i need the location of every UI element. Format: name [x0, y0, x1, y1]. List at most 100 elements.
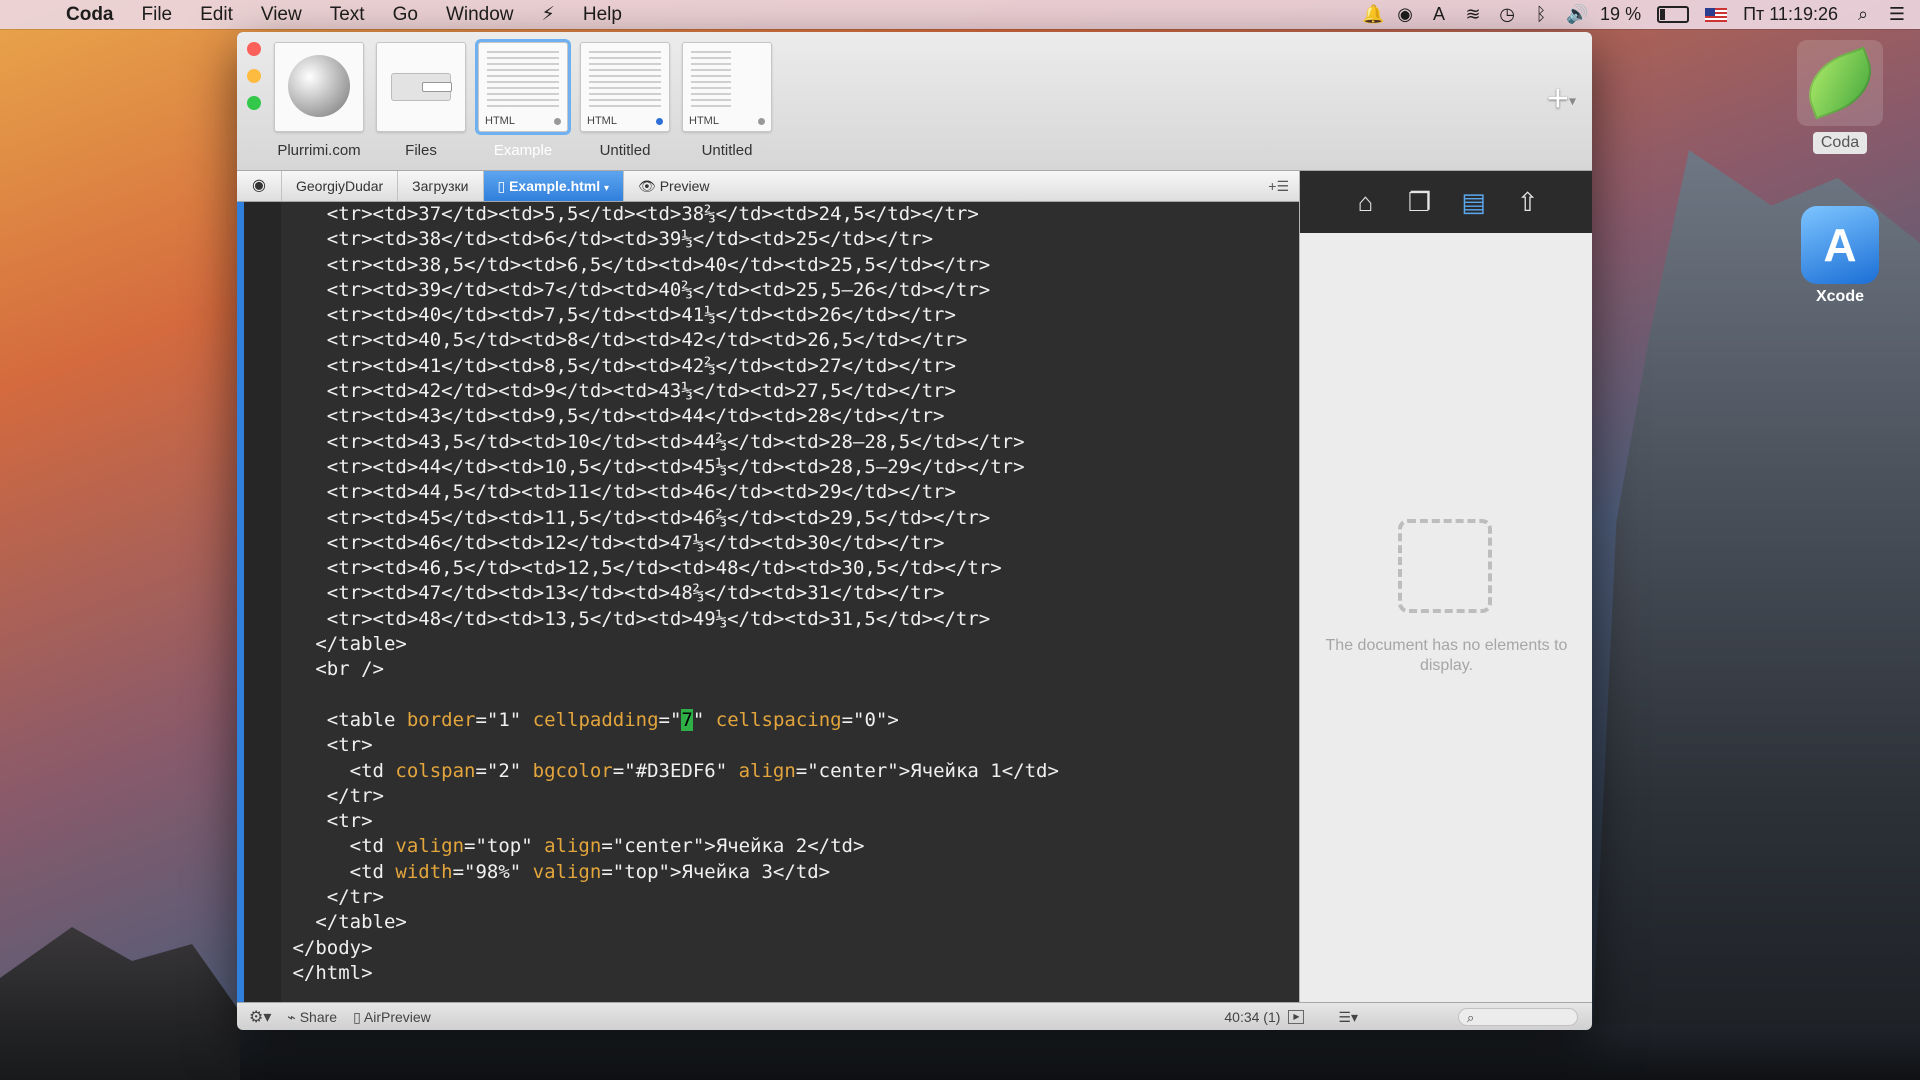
code-line[interactable]: 37 </table> [281, 632, 1299, 657]
input-source-flag-icon[interactable] [1705, 7, 1728, 22]
files-icon[interactable]: ❐ [1404, 187, 1436, 218]
sites-toolbar: Plurrimi.com Files HTML Example HTML Unt… [237, 32, 1592, 171]
code-line[interactable]: 40 <table border="1" cellpadding="7" cel… [281, 708, 1299, 733]
globe-icon [288, 55, 350, 117]
preview-tab[interactable]: 👁 Preview [624, 171, 723, 201]
coda-leaf-icon [1797, 40, 1883, 126]
code-line[interactable]: 38 <br /> [281, 657, 1299, 682]
menu-window[interactable]: Window [432, 4, 528, 26]
notification-center-icon[interactable]: ☰ [1888, 4, 1906, 25]
list-menu-icon[interactable]: ☰▾ [1318, 1009, 1458, 1026]
site-tab-label: Files [405, 142, 437, 159]
minimize-window-button[interactable] [247, 69, 261, 83]
preview-tab-label: Preview [659, 178, 710, 194]
close-window-button[interactable] [247, 42, 261, 56]
code-text: <br /> [281, 658, 384, 681]
code-line[interactable]: 45 <td valign="top" align="center">Ячейк… [281, 834, 1299, 859]
menu-app-coda[interactable]: Coda [52, 4, 128, 26]
file-type-tag: HTML [689, 115, 719, 127]
breadcrumb-file-tab[interactable]: ▯ Example.html ▾ [483, 171, 625, 201]
code-text: <td colspan="2" bgcolor="#D3EDF6" align=… [281, 759, 1059, 782]
code-line[interactable]: 21 <tr><td>38</td><td>6</td><td>39⅓</td>… [281, 227, 1299, 252]
status-dot [758, 118, 765, 125]
code-navigator-icon[interactable]: ▤ [1458, 187, 1490, 218]
desktop-icon-coda[interactable]: Coda [1790, 40, 1890, 154]
code-line[interactable]: 25 <tr><td>40,5</td><td>8</td><td>42</td… [281, 328, 1299, 353]
code-line[interactable]: 27 <tr><td>42</td><td>9</td><td>43⅓</td>… [281, 379, 1299, 404]
menu-help[interactable]: Help [569, 4, 636, 26]
code-line[interactable]: 31 <tr><td>44,5</td><td>11</td><td>46</t… [281, 480, 1299, 505]
menu-go[interactable]: Go [379, 4, 432, 26]
site-tab-label: Untitled [701, 142, 753, 159]
code-line[interactable]: 49 </body> [281, 936, 1299, 961]
menu-clock[interactable]: Пт 11:19:26 [1743, 4, 1838, 25]
code-line[interactable]: 24 <tr><td>40</td><td>7,5</td><td>41⅓</t… [281, 303, 1299, 328]
code-line[interactable]: 29 <tr><td>43,5</td><td>10</td><td>44⅔</… [281, 430, 1299, 455]
code-line[interactable]: 28 <tr><td>43</td><td>9,5</td><td>44</td… [281, 404, 1299, 429]
code-line[interactable]: 42 <td colspan="2" bgcolor="#D3EDF6" ali… [281, 759, 1299, 784]
code-line[interactable]: 36 <tr><td>48</td><td>13,5</td><td>49⅓</… [281, 607, 1299, 632]
code-line[interactable]: 47 </tr> [281, 885, 1299, 910]
code-line[interactable]: 33 <tr><td>46</td><td>12</td><td>47⅓</td… [281, 531, 1299, 556]
eye-toggle-icon[interactable]: ◉ [237, 171, 282, 201]
adobe-icon[interactable]: A [1430, 4, 1448, 25]
time-machine-icon[interactable]: ◷ [1498, 4, 1516, 25]
site-tab-example[interactable]: HTML Example [477, 42, 569, 159]
code-text: </table> [281, 633, 407, 656]
battery-percentage[interactable]: 19 % [1600, 4, 1641, 25]
breadcrumb-user[interactable]: GeorgiyDudar [282, 171, 399, 201]
window-controls [247, 42, 265, 123]
code-line[interactable]: 32 <tr><td>45</td><td>11,5</td><td>46⅔</… [281, 506, 1299, 531]
code-text: <tr><td>39</td><td>7</td><td>40⅔</td><td… [281, 278, 991, 301]
add-tab-button[interactable]: +☰ [1258, 178, 1299, 195]
code-text: <tr><td>44</td><td>10,5</td><td>45⅓</td>… [281, 455, 1025, 478]
menu-text[interactable]: Text [316, 4, 379, 26]
site-tab-files[interactable]: Files [375, 42, 467, 159]
add-site-button[interactable]: +▾ [1547, 78, 1576, 121]
publish-icon[interactable]: ⇧ [1512, 187, 1544, 218]
airpreview-label: AirPreview [363, 1008, 431, 1025]
site-tab-label: Plurrimi.com [277, 142, 361, 159]
search-field[interactable]: ⌕ [1458, 1008, 1578, 1026]
home-icon[interactable]: ⌂ [1350, 187, 1382, 218]
site-tab-plurrimi[interactable]: Plurrimi.com [273, 42, 365, 159]
volume-icon[interactable]: 🔊 [1566, 4, 1588, 25]
menu-file[interactable]: File [128, 4, 187, 26]
record-icon[interactable]: ◉ [1396, 4, 1414, 25]
site-tab-untitled-1[interactable]: HTML Untitled [579, 42, 671, 159]
code-line[interactable]: 20 <tr><td>37</td><td>5,5</td><td>38⅔</t… [281, 202, 1299, 227]
code-line[interactable]: 22 <tr><td>38,5</td><td>6,5</td><td>40</… [281, 253, 1299, 278]
code-line[interactable]: 46 <td width="98%" valign="top">Ячейка 3… [281, 860, 1299, 885]
code-line[interactable]: 30 <tr><td>44</td><td>10,5</td><td>45⅓</… [281, 455, 1299, 480]
code-line[interactable]: 50 </html> [281, 961, 1299, 986]
desktop-icon-xcode[interactable]: A Xcode [1790, 206, 1890, 306]
code-editor[interactable]: 20 <tr><td>37</td><td>5,5</td><td>38⅔</t… [281, 202, 1299, 1002]
code-line[interactable]: 44 <tr> [281, 809, 1299, 834]
code-line[interactable]: 23 <tr><td>39</td><td>7</td><td>40⅔</td>… [281, 278, 1299, 303]
code-text: <tr><td>41</td><td>8,5</td><td>42⅔</td><… [281, 354, 956, 377]
site-tab-untitled-2[interactable]: HTML Untitled [681, 42, 773, 159]
code-line[interactable]: 43 </tr> [281, 784, 1299, 809]
code-line[interactable]: 34 <tr><td>46,5</td><td>12,5</td><td>48<… [281, 556, 1299, 581]
share-button[interactable]: ⌁ Share [279, 1009, 345, 1026]
script-menu-icon[interactable]: ⚡ [528, 3, 569, 26]
notification-bell-icon[interactable]: 🔔 [1362, 4, 1384, 25]
play-icon[interactable]: ▶ [1288, 1010, 1305, 1024]
empty-message: The document has no elements to display. [1325, 637, 1568, 674]
code-line[interactable]: 39 [281, 683, 1299, 708]
menu-edit[interactable]: Edit [186, 4, 247, 26]
code-line[interactable]: 41 <tr> [281, 733, 1299, 758]
gear-icon[interactable]: ⚙▾ [237, 1007, 279, 1027]
menu-view[interactable]: View [247, 4, 316, 26]
battery-icon[interactable] [1657, 6, 1690, 23]
wifi-icon[interactable]: ≋ [1464, 4, 1482, 25]
bluetooth-icon[interactable]: ᛒ [1532, 4, 1550, 25]
breadcrumb-folder[interactable]: Загрузки [398, 171, 484, 201]
airpreview-button[interactable]: ▯ AirPreview [345, 1009, 439, 1026]
code-line[interactable]: 48 </table> [281, 910, 1299, 935]
code-line[interactable]: 35 <tr><td>47</td><td>13</td><td>48⅔</td… [281, 581, 1299, 606]
spotlight-search-icon[interactable]: ⌕ [1854, 4, 1872, 25]
zoom-window-button[interactable] [247, 96, 261, 110]
file-type-tag: HTML [587, 115, 617, 127]
code-line[interactable]: 26 <tr><td>41</td><td>8,5</td><td>42⅔</t… [281, 354, 1299, 379]
